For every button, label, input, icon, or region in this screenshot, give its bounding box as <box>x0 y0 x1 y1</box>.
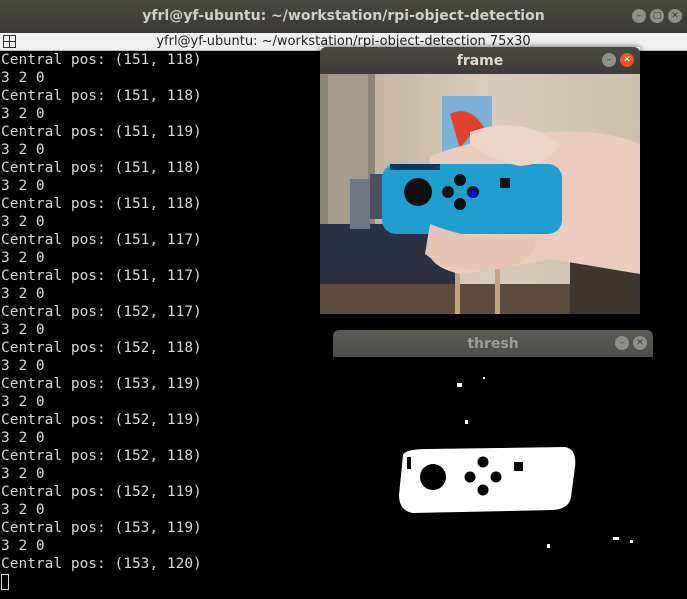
terminal-line: Central pos: (151, 118) <box>1 52 202 68</box>
terminal-line: 3 2 0 <box>1 430 45 446</box>
thresh-window-title: thresh <box>467 336 519 352</box>
frame-window-controls: – ✕ <box>602 53 634 67</box>
frame-window[interactable]: frame – ✕ <box>320 47 640 314</box>
terminal-line: Central pos: (151, 117) <box>1 268 202 284</box>
window-controls: – □ ✕ <box>632 9 682 23</box>
terminal-line: Central pos: (151, 118) <box>1 88 202 104</box>
minimize-icon[interactable]: – <box>602 53 616 67</box>
terminal-line: Central pos: (152, 119) <box>1 484 202 500</box>
terminal-line: Central pos: (153, 119) <box>1 520 202 536</box>
terminal-line: 3 2 0 <box>1 466 45 482</box>
terminal-line: Central pos: (152, 118) <box>1 448 202 464</box>
terminal-line: 3 2 0 <box>1 286 45 302</box>
terminal-line: Central pos: (152, 118) <box>1 340 202 356</box>
terminal-output[interactable]: Central pos: (151, 118) 3 2 0 Central pos:… <box>1 51 202 591</box>
thresh-window-titlebar[interactable]: thresh – ✕ <box>333 330 653 357</box>
terminal-line: 3 2 0 <box>1 538 45 554</box>
frame-window-title: frame <box>456 53 504 69</box>
frame-window-titlebar[interactable]: frame – ✕ <box>320 47 640 74</box>
maximize-icon[interactable]: □ <box>650 9 664 23</box>
close-icon[interactable]: ✕ <box>633 336 647 350</box>
threshold-mask-image <box>333 357 653 597</box>
close-icon[interactable]: ✕ <box>668 9 682 23</box>
terminal-line: Central pos: (151, 118) <box>1 160 202 176</box>
terminal-line: 3 2 0 <box>1 502 45 518</box>
terminal-line: 3 2 0 <box>1 250 45 266</box>
camera-frame-image <box>320 74 640 314</box>
terminal-line: 3 2 0 <box>1 394 45 410</box>
thresh-window[interactable]: thresh – ✕ <box>333 330 653 597</box>
close-icon[interactable]: ✕ <box>620 53 634 67</box>
terminal-window-titlebar[interactable]: yfrl@yf-ubuntu: ~/workstation/rpi-object… <box>0 0 687 34</box>
minimize-icon[interactable]: – <box>615 336 629 350</box>
terminal-line: 3 2 0 <box>1 178 45 194</box>
terminal-line: Central pos: (151, 117) <box>1 232 202 248</box>
terminal-window-title: yfrl@yf-ubuntu: ~/workstation/rpi-object… <box>142 8 545 24</box>
terminal-line: 3 2 0 <box>1 106 45 122</box>
terminal-line: Central pos: (151, 118) <box>1 196 202 212</box>
terminal-line: 3 2 0 <box>1 358 45 374</box>
terminal-line: Central pos: (153, 120) <box>1 556 202 572</box>
terminal-line: Central pos: (151, 119) <box>1 124 202 140</box>
minimize-icon[interactable]: – <box>632 9 646 23</box>
terminal-line: 3 2 0 <box>1 214 45 230</box>
terminal-line: 3 2 0 <box>1 322 45 338</box>
detected-center-marker <box>469 190 477 198</box>
terminal-line: Central pos: (152, 117) <box>1 304 202 320</box>
terminal-line: Central pos: (152, 119) <box>1 412 202 428</box>
terminal-line: Central pos: (153, 119) <box>1 376 202 392</box>
thresh-window-controls: – ✕ <box>615 336 647 350</box>
terminal-line: 3 2 0 <box>1 142 45 158</box>
terminal-prompt-line <box>1 573 202 591</box>
terminal-line: 3 2 0 <box>1 70 45 86</box>
terminal-cursor <box>1 574 9 590</box>
